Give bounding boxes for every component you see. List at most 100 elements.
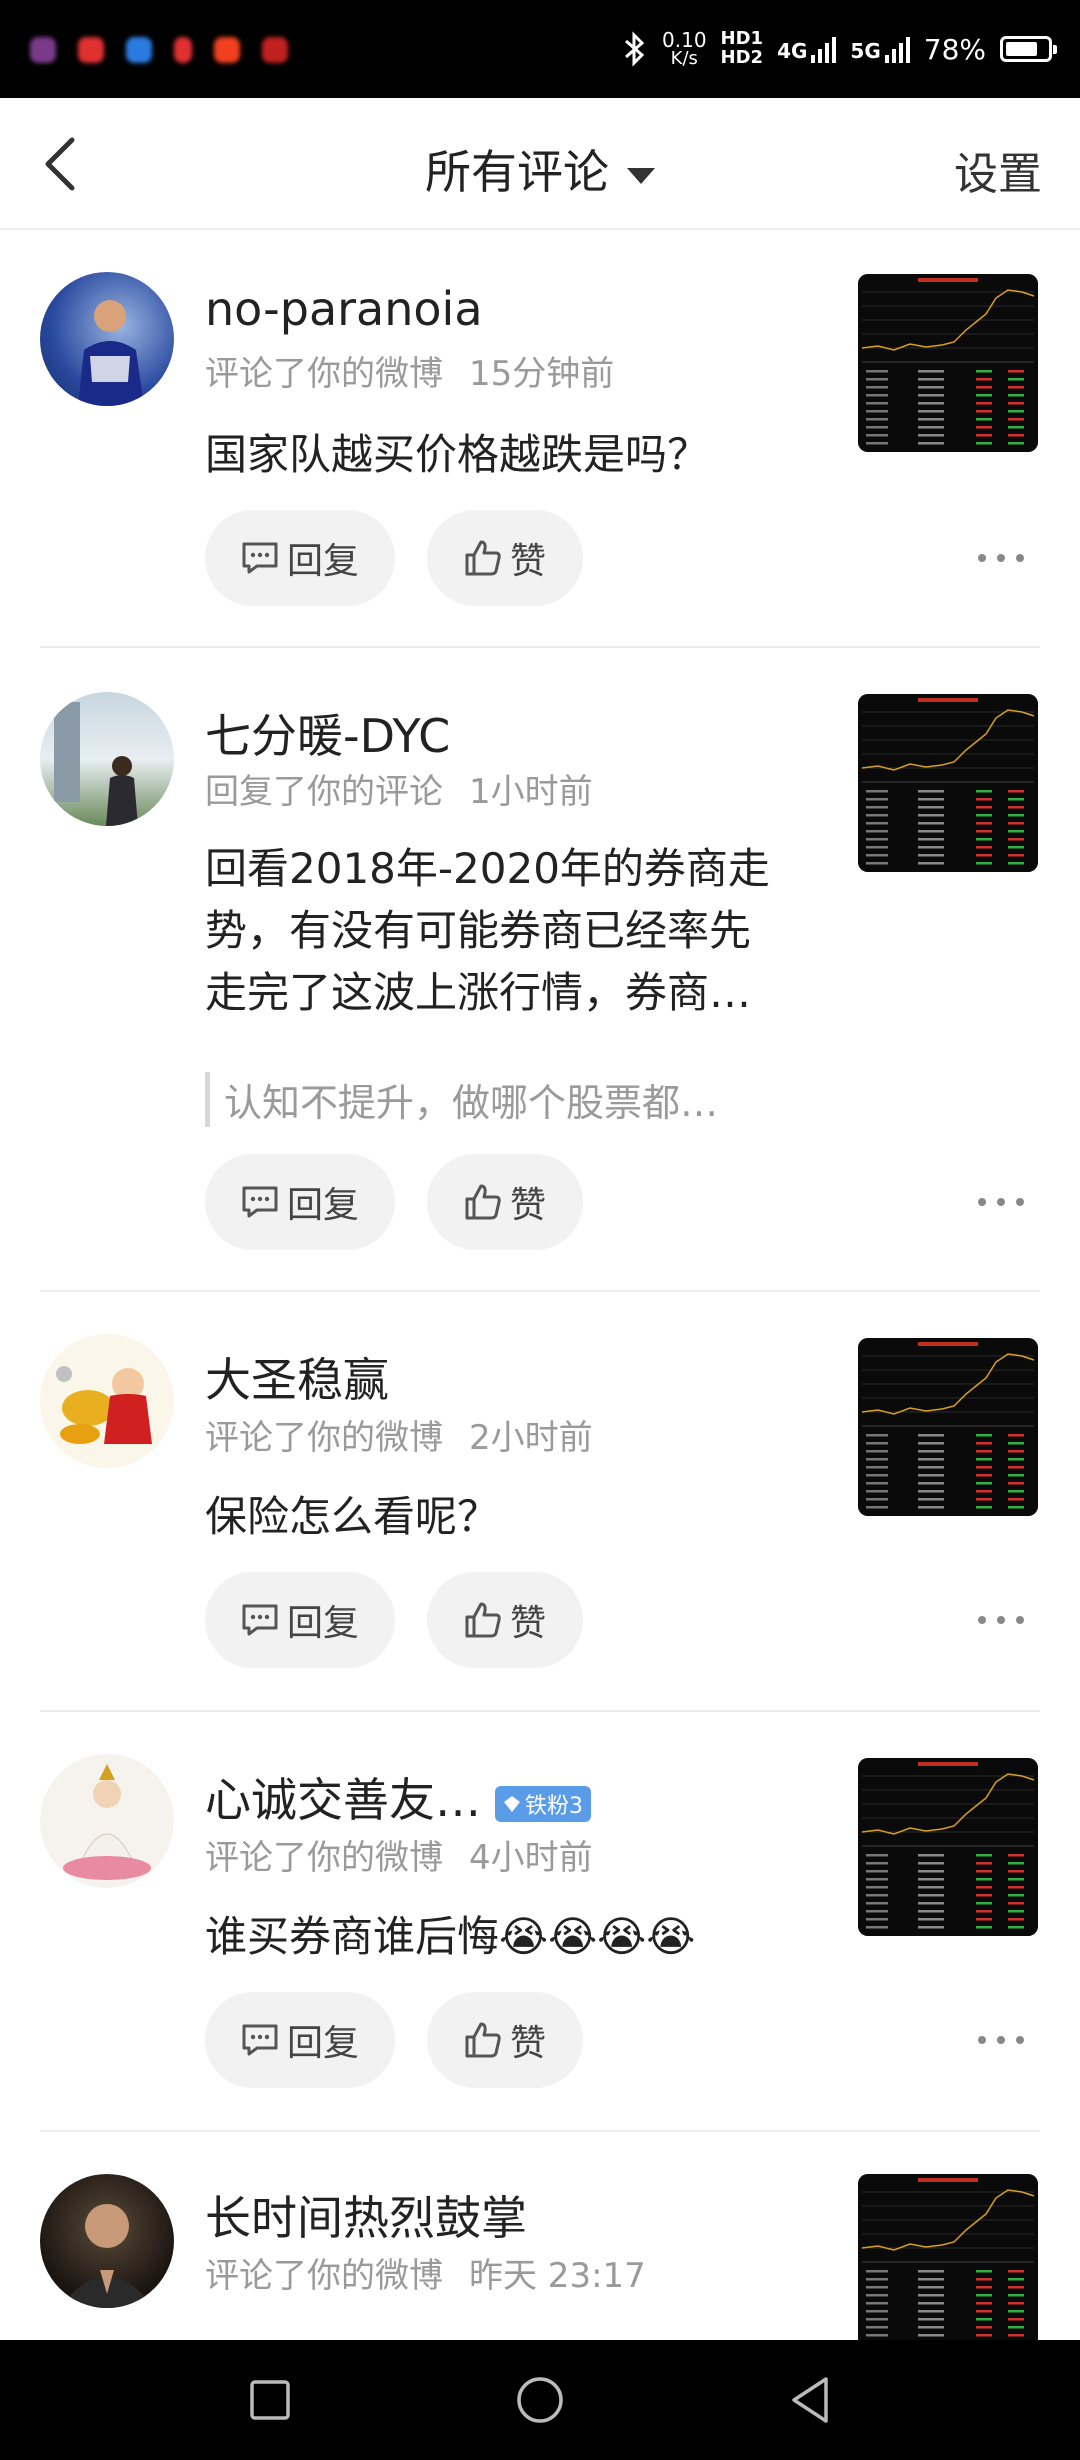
chart-thumbnail-image bbox=[858, 2174, 1038, 2340]
recents-button[interactable] bbox=[210, 2340, 330, 2460]
comment-text[interactable]: 保险怎么看呢？ bbox=[205, 1486, 805, 1548]
status-bar: 0.10 K/s HD1 HD2 4G 5G 78% bbox=[0, 0, 1080, 98]
app-notification-icon bbox=[214, 37, 240, 63]
network-speed-unit: K/s bbox=[670, 48, 698, 69]
like-label: 赞 bbox=[509, 2023, 546, 2064]
comment-time: 4小时前 bbox=[469, 1838, 593, 1878]
user-name[interactable]: 七分暖-DYC bbox=[205, 700, 450, 766]
thumbs-up-icon bbox=[465, 1602, 501, 1638]
avatar-image bbox=[78, 300, 144, 406]
avatar[interactable] bbox=[40, 272, 174, 406]
comment-item[interactable]: 心诚交善友… 铁粉3 评论了你的微博 4小时前 谁买券商谁后悔😭😭😭😭 回复 赞 bbox=[0, 1712, 1080, 2132]
fan-badge[interactable]: 铁粉3 bbox=[495, 1785, 591, 1822]
comment-text[interactable]: 回看2018年-2020年的券商走势，有没有可能券商已经率先走完了这波上涨行情，… bbox=[205, 838, 785, 1024]
comment-text[interactable]: 国家队越买价格越跌是吗？ bbox=[205, 424, 805, 486]
user-name[interactable]: 大圣稳赢 bbox=[205, 1344, 389, 1410]
user-name[interactable]: 长时间热烈鼓掌 bbox=[205, 2182, 527, 2248]
header-bar: 所有评论 设置 bbox=[0, 98, 1080, 230]
more-options-icon[interactable] bbox=[978, 552, 1024, 564]
comment-time: 2小时前 bbox=[469, 1418, 593, 1458]
post-thumbnail[interactable] bbox=[858, 1758, 1038, 1936]
hd-indicator: HD1 HD2 bbox=[720, 29, 764, 68]
user-name-row: 心诚交善友… 铁粉3 bbox=[205, 1764, 591, 1830]
page-title: 所有评论 bbox=[425, 145, 609, 199]
signal-4g: 4G bbox=[777, 35, 837, 63]
post-thumbnail[interactable] bbox=[858, 694, 1038, 872]
network-5g-label: 5G bbox=[850, 39, 881, 63]
like-button[interactable]: 赞 bbox=[427, 1572, 583, 1668]
comment-action: 回复了你的评论 bbox=[205, 772, 443, 812]
like-button[interactable]: 赞 bbox=[427, 510, 583, 606]
avatar[interactable] bbox=[40, 1754, 174, 1888]
user-name[interactable]: 心诚交善友… bbox=[205, 1773, 481, 1827]
like-button[interactable]: 赞 bbox=[427, 1154, 583, 1250]
signal-5g: 5G bbox=[850, 35, 910, 63]
thumbs-up-icon bbox=[465, 540, 501, 576]
comment-action: 评论了你的微博 bbox=[205, 2256, 443, 2296]
like-label: 赞 bbox=[509, 541, 546, 582]
more-options-icon[interactable] bbox=[978, 1196, 1024, 1208]
comment-action: 评论了你的微博 bbox=[205, 1838, 443, 1878]
post-thumbnail[interactable] bbox=[858, 274, 1038, 452]
post-thumbnail[interactable] bbox=[858, 2174, 1038, 2340]
avatar[interactable] bbox=[40, 2174, 174, 2308]
battery-percent: 78% bbox=[923, 32, 986, 66]
comment-icon bbox=[242, 542, 278, 574]
battery-icon bbox=[1000, 36, 1057, 62]
filter-dropdown[interactable]: 所有评论 bbox=[0, 136, 1080, 202]
reply-label: 回复 bbox=[286, 1603, 359, 1644]
comment-text[interactable]: 谁买券商谁后悔😭😭😭😭 bbox=[205, 1906, 805, 1968]
notification-icons bbox=[30, 28, 288, 72]
comment-icon bbox=[242, 2024, 278, 2056]
hd2-label: HD2 bbox=[720, 47, 764, 68]
square-icon bbox=[250, 2380, 290, 2420]
comment-meta: 评论了你的微博 4小时前 bbox=[205, 1830, 593, 1879]
comment-item[interactable]: 长时间热烈鼓掌 评论了你的微博 昨天 23:17 bbox=[0, 2132, 1080, 2340]
system-nav-bar bbox=[0, 2340, 1080, 2460]
comment-item[interactable]: no-paranoia 评论了你的微博 15分钟前 国家队越买价格越跌是吗？ 回复… bbox=[0, 230, 1080, 648]
reply-button[interactable]: 回复 bbox=[205, 510, 395, 606]
more-options-icon[interactable] bbox=[978, 2034, 1024, 2046]
reply-button[interactable]: 回复 bbox=[205, 1154, 395, 1250]
thumbs-up-icon bbox=[465, 2022, 501, 2058]
comment-time: 1小时前 bbox=[469, 772, 593, 812]
avatar[interactable] bbox=[40, 1334, 174, 1468]
app-notification-icon bbox=[262, 37, 288, 63]
comment-meta: 回复了你的评论 1小时前 bbox=[205, 764, 593, 813]
bluetooth-icon bbox=[625, 31, 645, 67]
comment-meta: 评论了你的微博 昨天 23:17 bbox=[205, 2248, 646, 2297]
app-notification-icon bbox=[30, 37, 56, 63]
post-thumbnail[interactable] bbox=[858, 1338, 1038, 1516]
network-speed-value: 0.10 bbox=[662, 28, 707, 52]
comment-time: 15分钟前 bbox=[469, 354, 615, 394]
chart-thumbnail-image bbox=[858, 1338, 1038, 1516]
circle-icon bbox=[517, 2377, 563, 2423]
comment-item[interactable]: 大圣稳赢 评论了你的微博 2小时前 保险怎么看呢？ 回复 赞 bbox=[0, 1292, 1080, 1712]
user-name[interactable]: no-paranoia bbox=[205, 282, 483, 336]
settings-button[interactable]: 设置 bbox=[954, 138, 1042, 202]
app-notification-icon bbox=[78, 37, 104, 63]
comment-meta: 评论了你的微博 2小时前 bbox=[205, 1410, 593, 1459]
comment-action: 评论了你的微博 bbox=[205, 1418, 443, 1458]
chart-thumbnail-image bbox=[858, 1758, 1038, 1936]
chevron-down-icon bbox=[627, 167, 655, 184]
back-button[interactable] bbox=[750, 2340, 870, 2460]
like-button[interactable]: 赞 bbox=[427, 1992, 583, 2088]
reply-button[interactable]: 回复 bbox=[205, 1992, 395, 2088]
home-button[interactable] bbox=[480, 2340, 600, 2460]
quoted-reply[interactable]: 认知不提升，做哪个股票都… bbox=[205, 1072, 824, 1127]
chart-thumbnail-image bbox=[858, 274, 1038, 452]
comment-icon bbox=[242, 1604, 278, 1636]
avatar-image bbox=[63, 1764, 151, 1880]
network-speed: 0.10 K/s bbox=[662, 30, 707, 68]
more-options-icon[interactable] bbox=[978, 1614, 1024, 1626]
battery-fill bbox=[1006, 42, 1037, 56]
comment-item[interactable]: 七分暖-DYC 回复了你的评论 1小时前 回看2018年-2020年的券商走势，有… bbox=[0, 648, 1080, 1292]
avatar[interactable] bbox=[40, 692, 174, 826]
thumbs-up-icon bbox=[465, 1184, 501, 1220]
triangle-back-icon bbox=[792, 2377, 828, 2423]
reply-button[interactable]: 回复 bbox=[205, 1572, 395, 1668]
reply-label: 回复 bbox=[286, 541, 359, 582]
like-label: 赞 bbox=[509, 1603, 546, 1644]
avatar-image bbox=[56, 1366, 152, 1444]
